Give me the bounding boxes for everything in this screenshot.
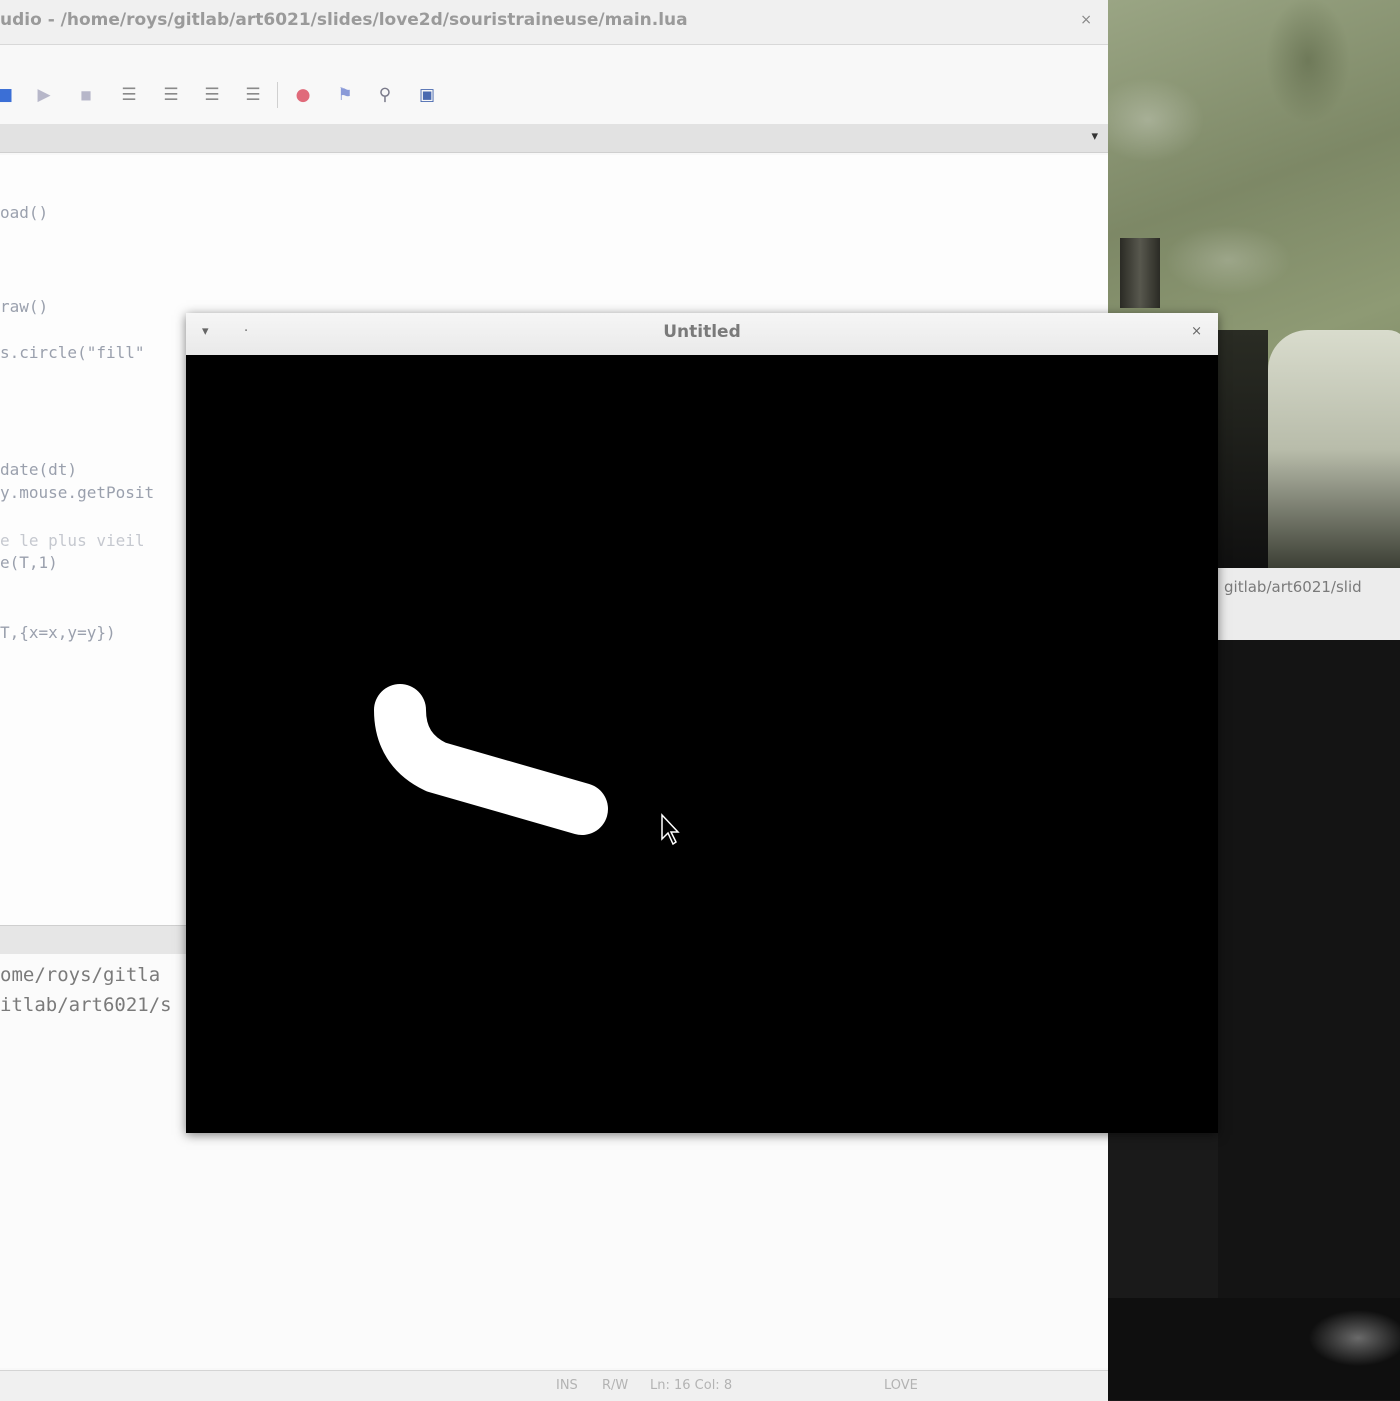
wallpaper-post [1120,238,1160,308]
code-line-comment: e le plus vieil [0,531,145,550]
status-read-write: R/W [602,1378,629,1393]
ide-close-icon[interactable]: × [1080,12,1092,28]
outdent-icon[interactable]: ☰ [160,84,182,106]
love-app-window[interactable]: ▾ · Untitled × [186,313,1218,1133]
bookmark-icon[interactable]: ⚑ [334,84,356,106]
code-line: y.mouse.getPosit [0,483,155,502]
breakpoint-icon[interactable]: ● [292,84,314,106]
code-line: oad() [0,203,49,222]
toolbar-separator [277,82,278,108]
code-line: s.circle("fill" [0,343,145,362]
editor-tab-strip: ▾ [0,124,1108,153]
stack-icon[interactable]: ▣ [416,84,438,106]
output-line: ome/roys/gitla [0,964,161,986]
background-window-photo [1108,1298,1400,1400]
list-icon[interactable]: ☰ [242,84,264,106]
output-line: itlab/art6021/s [0,994,172,1016]
ide-titlebar[interactable]: udio - /home/roys/gitlab/art6021/slides/… [0,0,1108,45]
tab-list-dropdown-icon[interactable]: ▾ [1091,129,1098,144]
code-line: e(T,1) [0,553,58,572]
terminal-title: gitlab/art6021/slid [1218,568,1400,640]
love-titlebar[interactable]: ▾ · Untitled × [186,313,1218,356]
indent-icon[interactable]: ☰ [118,84,140,106]
run-icon[interactable]: ▶ [33,84,55,106]
ide-toolbar: ■ ▶ ■ ☰ ☰ ☰ ☰ ● ⚑ ⚲ ▣ [0,70,1108,122]
code-line: date(dt) [0,460,78,479]
canvas-background [186,355,1218,1133]
status-bar: INS R/W Ln: 16 Col: 8 LOVE [0,1370,1108,1401]
code-line: T,{x=x,y=y}) [0,623,116,642]
watch-icon[interactable]: ⚲ [374,84,396,106]
wallpaper-rock [1268,330,1400,570]
love-canvas[interactable] [186,355,1218,1133]
align-icon[interactable]: ☰ [201,84,223,106]
status-cursor-position: Ln: 16 Col: 8 [650,1378,733,1393]
save-icon[interactable]: ■ [0,84,16,106]
stop-icon[interactable]: ■ [75,84,97,106]
code-line: raw() [0,297,49,316]
love-window-title: Untitled [663,322,741,342]
ide-title: udio - /home/roys/gitlab/art6021/slides/… [0,10,688,30]
terminal-window[interactable]: gitlab/art6021/slid [1218,568,1400,1298]
status-interpreter: LOVE [884,1378,918,1393]
status-insert-mode: INS [556,1378,578,1393]
love-close-icon[interactable]: × [1191,324,1202,339]
mouse-trail-drawing [186,355,1218,1133]
